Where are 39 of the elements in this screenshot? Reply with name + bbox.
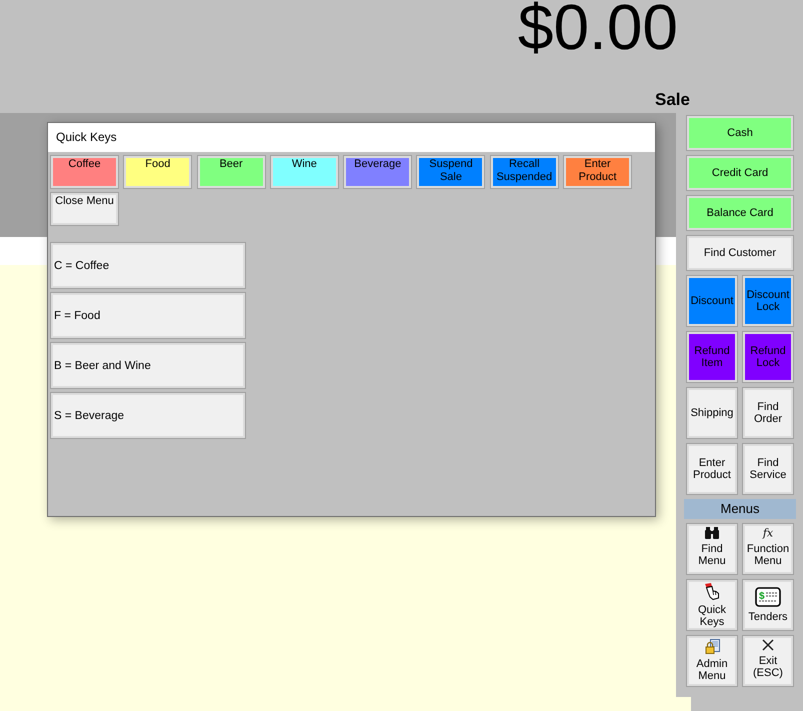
action-button[interactable]: Shipping xyxy=(686,387,738,439)
quick-key-button[interactable]: Enter Product xyxy=(563,155,632,189)
quick-key-button[interactable]: Coffee xyxy=(50,155,119,189)
action-button[interactable]: Discount Lock xyxy=(742,275,794,327)
quick-key-button[interactable]: Wine xyxy=(270,155,339,189)
hand-pointer-icon xyxy=(704,583,720,600)
close-icon xyxy=(762,639,774,651)
close-menu-button[interactable]: Close Menu xyxy=(50,192,119,226)
action-button[interactable]: Credit Card xyxy=(686,155,794,191)
quick-key-button[interactable]: Recall Suspended xyxy=(490,155,559,189)
mode-label: Sale xyxy=(655,90,690,110)
action-button[interactable]: Find Order xyxy=(742,387,794,439)
quick-key-button[interactable]: Food xyxy=(123,155,192,189)
menu-button[interactable]: Exit (ESC) xyxy=(742,635,794,687)
action-button[interactable]: Enter Product xyxy=(686,443,738,495)
dialog-title: Quick Keys xyxy=(48,123,655,152)
total-amount: $0.00 xyxy=(518,0,678,56)
menu-button[interactable]: Find Menu xyxy=(686,523,738,575)
shortcut-button[interactable]: F = Food xyxy=(50,292,246,339)
function-icon: fx xyxy=(761,527,775,539)
shortcut-button[interactable]: B = Beer and Wine xyxy=(50,342,246,389)
bill-icon: $ xyxy=(755,587,781,607)
action-button[interactable]: Cash xyxy=(686,115,794,151)
action-button[interactable]: Discount xyxy=(686,275,738,327)
shortcut-button[interactable]: C = Coffee xyxy=(50,242,246,289)
action-button[interactable]: Find Service xyxy=(742,443,794,495)
quick-key-button[interactable]: Beverage xyxy=(343,155,412,189)
quick-key-button[interactable]: Beer xyxy=(196,155,266,189)
action-button[interactable]: Find Customer xyxy=(686,235,794,271)
shortcut-button[interactable]: S = Beverage xyxy=(50,392,246,439)
padlock-icon xyxy=(704,639,720,654)
menus-header: Menus xyxy=(684,499,796,519)
menu-button[interactable]: fx Function Menu xyxy=(742,523,794,575)
binoculars-icon xyxy=(705,527,719,539)
action-button[interactable]: Balance Card xyxy=(686,195,794,231)
quick-key-button[interactable]: Suspend Sale xyxy=(416,155,486,189)
menu-button[interactable]: Quick Keys xyxy=(686,579,738,631)
menu-button[interactable]: $ Tenders xyxy=(742,579,794,631)
menu-button[interactable]: Admin Menu xyxy=(686,635,738,687)
